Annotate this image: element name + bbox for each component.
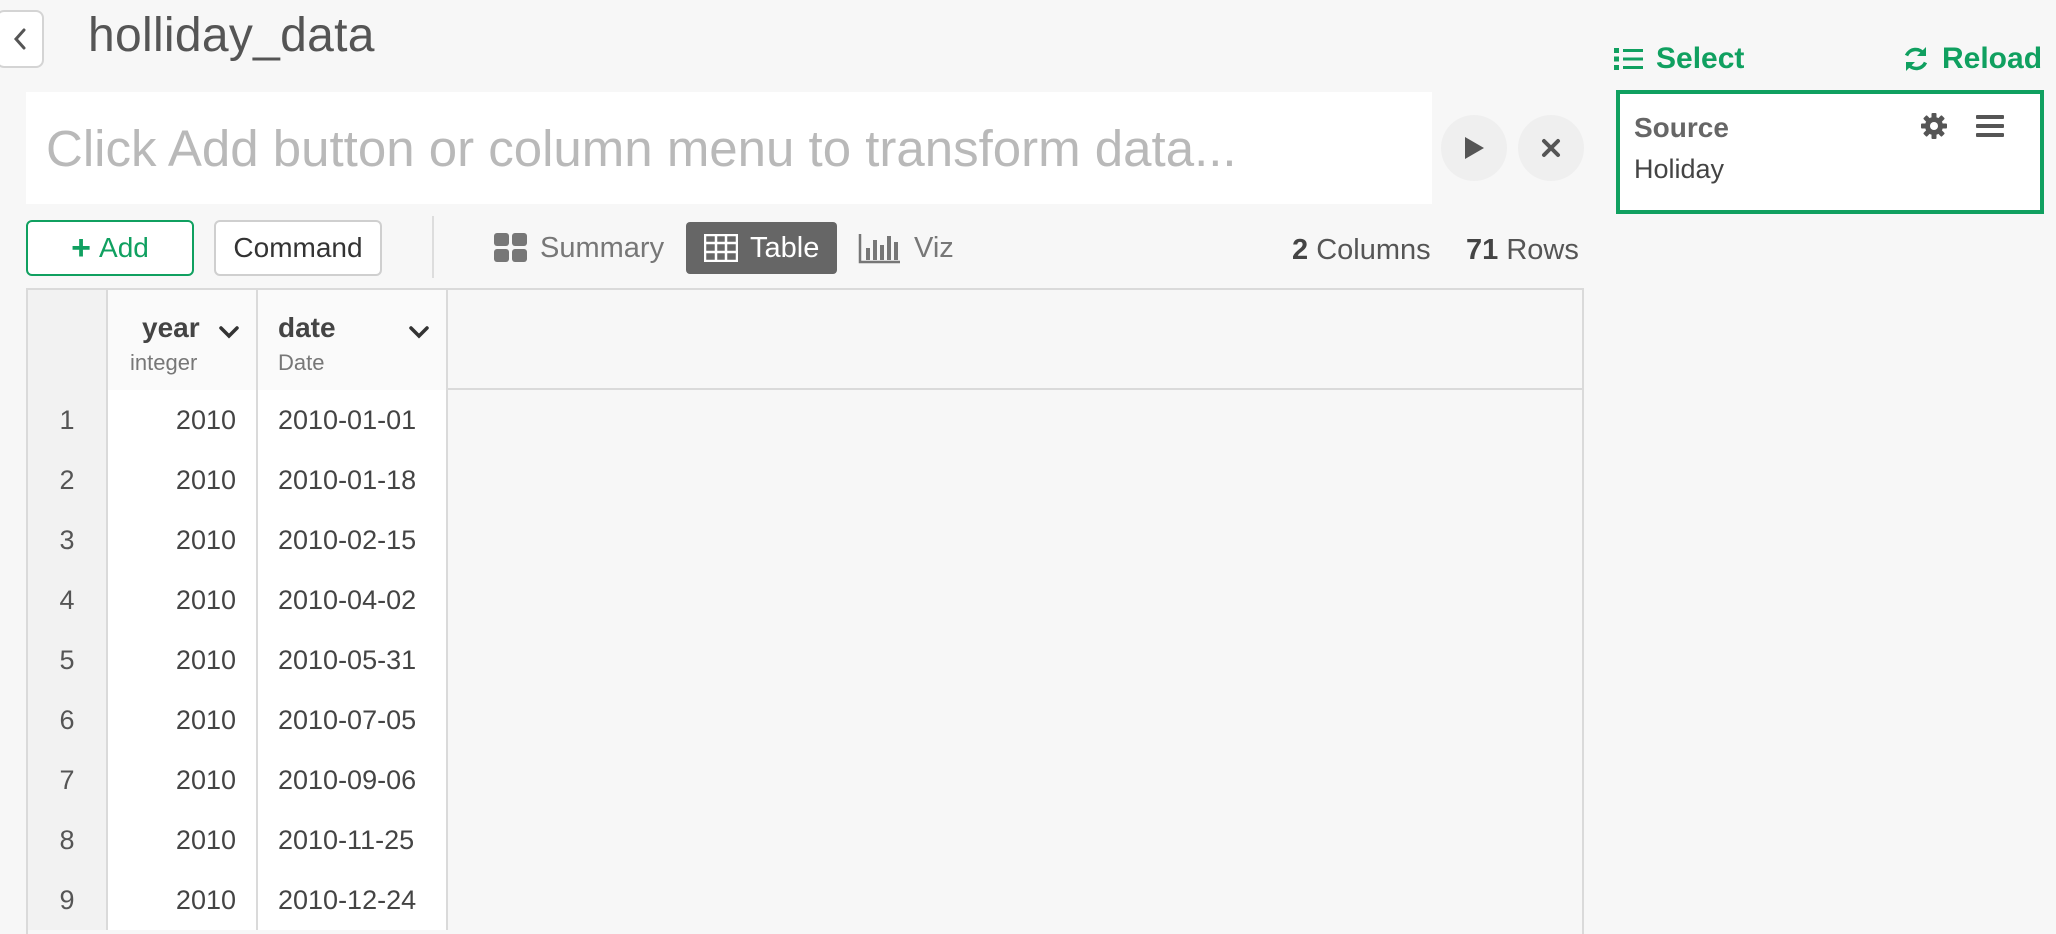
- summary-grid-icon: [494, 233, 527, 262]
- column-header-year[interactable]: year integer: [108, 290, 258, 390]
- row-number: 2: [28, 450, 108, 510]
- step-subtitle: Holiday: [1634, 154, 1725, 184]
- reload-link[interactable]: Reload: [1902, 42, 2042, 76]
- table-row: 4 2010 2010-04-02: [28, 570, 448, 630]
- cell-date[interactable]: 2010-07-05: [258, 690, 448, 750]
- row-number: 6: [28, 690, 108, 750]
- row-number: 5: [28, 630, 108, 690]
- rows-count-label: Rows: [1506, 234, 1579, 266]
- row-number: 4: [28, 570, 108, 630]
- row-number-header: [28, 290, 108, 390]
- hamburger-menu-icon[interactable]: [1976, 114, 2004, 138]
- select-link[interactable]: Select: [1614, 42, 1744, 76]
- add-button-label: Add: [99, 232, 149, 263]
- cell-year[interactable]: 2010: [108, 570, 258, 630]
- cell-year[interactable]: 2010: [108, 690, 258, 750]
- table-row: 1 2010 2010-01-01: [28, 390, 448, 450]
- cell-date[interactable]: 2010-12-24: [258, 870, 448, 930]
- bar-chart-icon: [858, 234, 900, 264]
- chevron-down-icon[interactable]: [408, 324, 430, 340]
- page-title: holliday_data: [88, 9, 375, 62]
- table-row: 6 2010 2010-07-05: [28, 690, 448, 750]
- grid-header: year integer date Date: [28, 290, 1582, 390]
- reload-label: Reload: [1942, 42, 2043, 75]
- column-header-date[interactable]: date Date: [258, 290, 448, 390]
- tab-summary-label: Summary: [540, 231, 665, 264]
- back-button[interactable]: [0, 10, 44, 68]
- rows-count: 71 Rows: [1466, 234, 1579, 267]
- step-title: Source: [1634, 112, 1729, 143]
- close-icon: [1542, 139, 1560, 157]
- row-number: 9: [28, 870, 108, 930]
- column-name: date: [278, 312, 336, 343]
- cell-date[interactable]: 2010-11-25: [258, 810, 448, 870]
- table-icon: [704, 234, 738, 262]
- add-button[interactable]: + Add: [26, 220, 194, 276]
- tab-viz-label: Viz: [914, 231, 954, 264]
- toolbar-divider: [432, 216, 434, 278]
- command-box[interactable]: [26, 92, 1432, 204]
- cell-date[interactable]: 2010-05-31: [258, 630, 448, 690]
- row-number: 3: [28, 510, 108, 570]
- select-label: Select: [1656, 42, 1745, 75]
- row-number: 8: [28, 810, 108, 870]
- gear-icon[interactable]: [1920, 112, 1948, 140]
- cell-year[interactable]: 2010: [108, 750, 258, 810]
- cell-year[interactable]: 2010: [108, 450, 258, 510]
- columns-count: 2 Columns: [1292, 234, 1431, 267]
- column-type: integer: [130, 350, 198, 375]
- columns-count-label: Columns: [1316, 234, 1431, 266]
- table-row: 9 2010 2010-12-24: [28, 870, 448, 930]
- column-name: year: [142, 312, 200, 343]
- columns-count-value: 2: [1292, 234, 1309, 266]
- table-row: 8 2010 2010-11-25: [28, 810, 448, 870]
- command-input[interactable]: [46, 118, 1432, 178]
- table-row: 2 2010 2010-01-18: [28, 450, 448, 510]
- command-button-label: Command: [233, 232, 363, 263]
- cell-year[interactable]: 2010: [108, 870, 258, 930]
- cell-date[interactable]: 2010-01-01: [258, 390, 448, 450]
- tab-viz[interactable]: Viz: [840, 222, 972, 274]
- source-step-card[interactable]: Source Holiday: [1616, 90, 2044, 214]
- clear-button[interactable]: [1518, 115, 1584, 181]
- chevron-left-icon: [13, 28, 26, 50]
- command-button[interactable]: Command: [214, 220, 382, 276]
- data-grid: year integer date Date 1 2010 2010-01-01…: [26, 288, 1584, 934]
- column-type: Date: [278, 350, 325, 375]
- row-number: 7: [28, 750, 108, 810]
- row-number: 1: [28, 390, 108, 450]
- table-row: 7 2010 2010-09-06: [28, 750, 448, 810]
- cell-year[interactable]: 2010: [108, 390, 258, 450]
- table-row: 3 2010 2010-02-15: [28, 510, 448, 570]
- cell-date[interactable]: 2010-02-15: [258, 510, 448, 570]
- refresh-icon: [1904, 47, 1928, 71]
- cell-date[interactable]: 2010-01-18: [258, 450, 448, 510]
- tab-summary[interactable]: Summary: [476, 222, 682, 274]
- table-row: 5 2010 2010-05-31: [28, 630, 448, 690]
- play-icon: [1465, 137, 1484, 159]
- tab-table[interactable]: Table: [686, 222, 838, 274]
- cell-date[interactable]: 2010-09-06: [258, 750, 448, 810]
- plus-icon: +: [71, 229, 92, 267]
- tab-table-label: Table: [750, 231, 820, 264]
- rows-count-value: 71: [1466, 234, 1499, 266]
- run-button[interactable]: [1441, 115, 1507, 181]
- chevron-down-icon[interactable]: [218, 324, 240, 340]
- cell-year[interactable]: 2010: [108, 810, 258, 870]
- list-icon: [1614, 48, 1643, 70]
- cell-year[interactable]: 2010: [108, 510, 258, 570]
- cell-date[interactable]: 2010-04-02: [258, 570, 448, 630]
- cell-year[interactable]: 2010: [108, 630, 258, 690]
